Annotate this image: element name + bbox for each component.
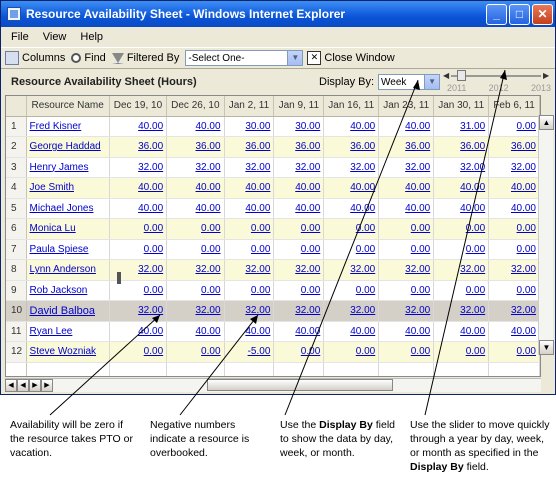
annotation-pto: Availability will be zero if the resourc… xyxy=(10,419,133,459)
annotation-slider-post: field. xyxy=(463,461,489,473)
annotation-display-by: Use the Display By field to show the dat… xyxy=(280,418,400,460)
annotation-display-bold: Display By xyxy=(319,419,373,431)
annotation-slider: Use the slider to move quickly through a… xyxy=(410,418,552,474)
callout-arrows xyxy=(49,69,507,416)
annotation-display-pre: Use the xyxy=(280,419,320,431)
annotation-slider-bold: Display By xyxy=(410,461,464,473)
annotation-negative: Negative numbers indicate a resource is … xyxy=(150,419,250,459)
annotation-slider-pre: Use the slider to move quickly through a… xyxy=(410,419,550,459)
